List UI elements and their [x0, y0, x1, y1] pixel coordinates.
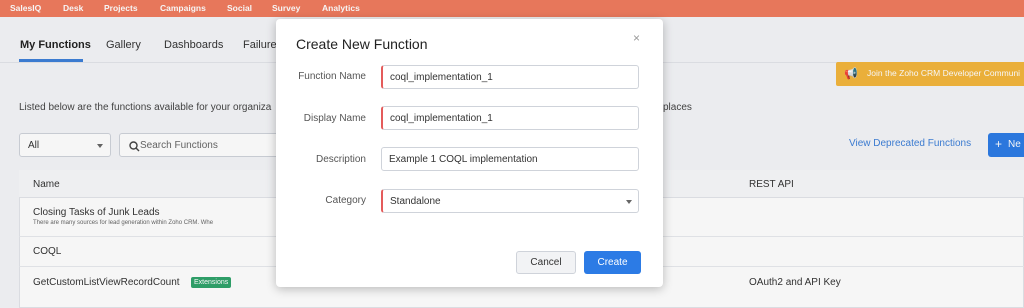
- display-name-label: Display Name: [303, 113, 366, 124]
- category-label: Category: [325, 195, 366, 206]
- function-name-field[interactable]: [381, 65, 639, 89]
- create-function-dialog: Create New Function × Function Name Disp…: [276, 19, 663, 287]
- display-name-field[interactable]: [381, 106, 639, 130]
- category-select[interactable]: Standalone: [381, 189, 639, 213]
- function-name-input[interactable]: [390, 71, 630, 84]
- chevron-down-icon: [626, 200, 632, 204]
- function-name-label: Function Name: [298, 71, 366, 82]
- description-input[interactable]: [389, 153, 629, 166]
- display-name-input[interactable]: [390, 112, 630, 125]
- cancel-button[interactable]: Cancel: [516, 251, 576, 274]
- description-field[interactable]: [381, 147, 639, 171]
- description-label: Description: [315, 154, 366, 165]
- dialog-title: Create New Function: [296, 36, 428, 52]
- category-selected-value: Standalone: [390, 196, 441, 207]
- close-icon[interactable]: ×: [633, 31, 640, 45]
- create-button[interactable]: Create: [584, 251, 641, 274]
